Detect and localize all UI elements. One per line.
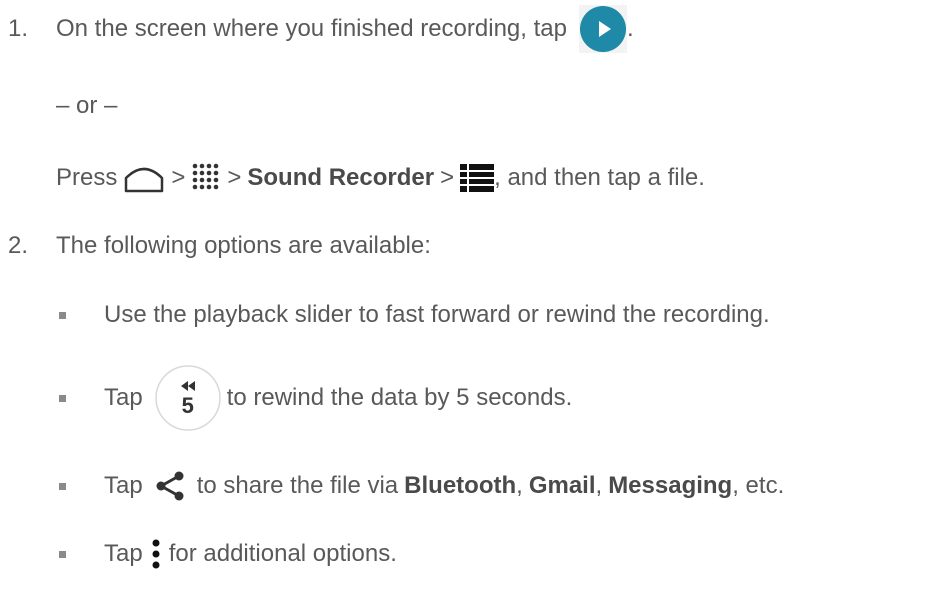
- share-icon: [155, 471, 185, 501]
- or-separator: – or –: [56, 92, 118, 119]
- bullet-share: Tap to share the file via Bluetooth , Gm…: [104, 466, 784, 506]
- press-instruction: Press > > Sound Recorder > , and then ta…: [56, 158, 705, 198]
- step-1: 1. On the screen where you finished reco…: [8, 5, 634, 53]
- step-1-text: On the screen where you finished recordi…: [56, 15, 567, 42]
- sound-recorder-label: Sound Recorder: [247, 164, 435, 191]
- list-icon: [460, 164, 495, 192]
- step-2: 2. The following options are available:: [8, 226, 431, 266]
- gmail-label: Gmail: [528, 472, 596, 499]
- bluetooth-label: Bluetooth: [404, 472, 517, 499]
- apps-grid-icon: [191, 163, 221, 193]
- share-text: to share the file via: [196, 472, 399, 499]
- rewind-tap-label: Tap: [104, 384, 143, 411]
- bullet-marker: [59, 395, 66, 402]
- more-text: for additional options.: [168, 540, 397, 567]
- rewind-seconds-label: 5: [181, 393, 194, 418]
- separator: >: [227, 164, 242, 191]
- etc-text: , etc.: [732, 472, 785, 499]
- comma: ,: [595, 472, 603, 499]
- separator: >: [440, 164, 455, 191]
- rewind-text: to rewind the data by 5 seconds.: [226, 384, 573, 411]
- more-tap-label: Tap: [104, 540, 143, 567]
- bullet-rewind: Tap 5 to rewind the data by 5 seconds.: [104, 365, 573, 431]
- home-icon: [123, 162, 165, 194]
- bullet-slider: Use the playback slider to fast forward …: [104, 301, 770, 328]
- comma: ,: [516, 472, 523, 499]
- separator: >: [171, 164, 186, 191]
- rewind-5-icon: 5: [154, 365, 221, 431]
- share-tap-label: Tap: [104, 472, 143, 499]
- bullet-marker: [59, 551, 66, 558]
- bullet-more: Tap for additional options.: [104, 534, 397, 574]
- bullet-marker: [59, 312, 66, 319]
- step-1-number: 1.: [8, 15, 29, 42]
- press-after-text: , and then tap a file.: [494, 164, 705, 191]
- step-2-number: 2.: [8, 232, 29, 259]
- step-2-text: The following options are available:: [56, 232, 431, 259]
- messaging-label: Messaging: [608, 472, 733, 499]
- play-icon: [578, 5, 627, 53]
- more-options-icon: [149, 538, 163, 570]
- bullet-marker: [59, 483, 66, 490]
- press-label: Press: [56, 164, 118, 191]
- step-1-period: .: [626, 15, 634, 42]
